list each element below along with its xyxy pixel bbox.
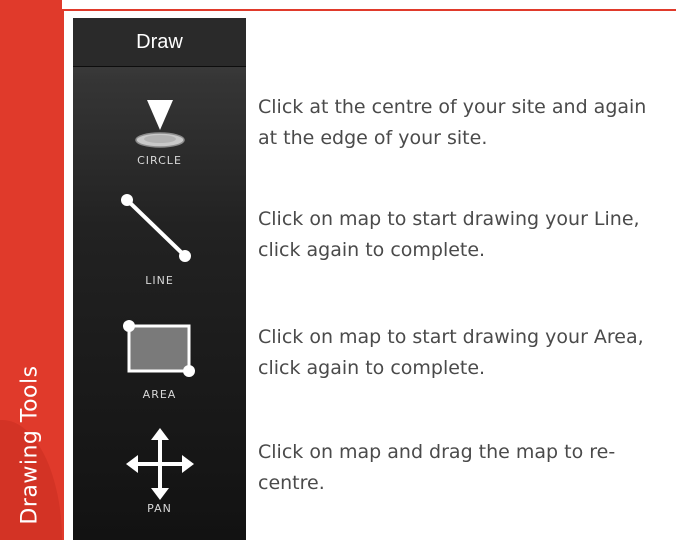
pan-tool-icon — [125, 428, 194, 500]
line-tool-description: Click on map to start drawing your Line,… — [258, 208, 640, 261]
line-tool-button[interactable]: LINE — [73, 190, 246, 287]
section-label: Drawing Tools — [17, 365, 43, 525]
circle-tool-button[interactable]: CIRCLE — [73, 90, 246, 167]
top-divider — [62, 9, 676, 11]
pan-tool-description: Click on map and drag the map to re-cent… — [258, 441, 616, 494]
area-tool-button[interactable]: AREA — [73, 316, 246, 401]
circle-tool-label: CIRCLE — [137, 154, 182, 167]
left-divider — [62, 9, 64, 540]
circle-tool-icon — [134, 100, 185, 148]
area-tool-icon — [122, 320, 195, 377]
line-tool-label: LINE — [145, 274, 174, 287]
draw-toolbar: Draw CIRCLE LINE AREA PAN — [73, 18, 246, 540]
area-tool-label: AREA — [142, 388, 177, 401]
line-tool-icon — [120, 194, 191, 262]
pan-tool-label: PAN — [147, 502, 172, 515]
toolbar-title: Draw — [73, 18, 246, 67]
pan-tool-button[interactable]: PAN — [73, 426, 246, 515]
circle-tool-description: Click at the centre of your site and aga… — [258, 96, 647, 149]
area-tool-description: Click on map to start drawing your Area,… — [258, 326, 644, 379]
